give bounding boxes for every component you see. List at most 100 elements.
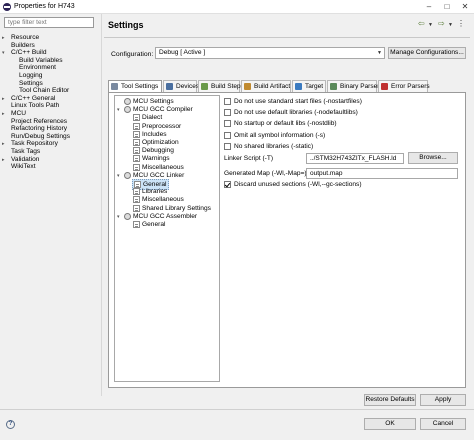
gear-icon — [124, 212, 131, 220]
option-label: Do not use standard start files (-nostar… — [234, 98, 362, 105]
chevron-down-icon: ▼ — [377, 50, 382, 56]
option-checkbox[interactable] — [224, 142, 231, 150]
cancel-button[interactable]: Cancel — [420, 418, 466, 430]
page-icon — [133, 130, 140, 138]
option-label: No startup or default libs (-nostdlib) — [234, 120, 337, 128]
option-checkbox[interactable] — [224, 109, 231, 117]
option-checkbox[interactable] — [224, 131, 231, 139]
option-checkbox[interactable] — [224, 98, 231, 105]
tab-icon — [330, 83, 337, 90]
tab-icon — [201, 83, 208, 90]
back-icon[interactable]: ⇦ — [418, 19, 425, 28]
ok-button[interactable]: OK — [364, 418, 416, 430]
tab-label: Error Parsers — [391, 83, 430, 90]
configuration-select[interactable]: Debug [ Active ] ▼ — [155, 47, 385, 59]
chevron-right-icon[interactable]: ▸ — [2, 111, 7, 117]
page-icon — [133, 155, 140, 163]
gear-icon — [124, 98, 131, 105]
chevron-down-icon[interactable]: ▾ — [2, 50, 7, 56]
tab-target[interactable]: Target — [292, 80, 326, 92]
page-icon — [133, 221, 140, 228]
tool-tree-label: Shared Library Settings — [142, 204, 211, 212]
view-menu-icon[interactable]: ⋮ — [457, 19, 465, 28]
window-title: Properties for H743 — [14, 3, 75, 10]
tool-tree-label: Optimization — [142, 139, 179, 146]
page-icon — [133, 139, 140, 146]
option-checkbox[interactable] — [224, 120, 231, 128]
tool-tree-label: MCU GCC Assembler — [133, 212, 198, 220]
tab-label: Build Artifact — [254, 83, 291, 90]
page-icon — [133, 188, 140, 196]
option-label: Omit all symbol information (-s) — [234, 131, 326, 139]
restore-defaults-button[interactable]: Restore Defaults — [364, 394, 416, 406]
tab-label: Tool Settings — [121, 83, 159, 90]
filter-input[interactable]: type filter text — [4, 17, 94, 28]
tool-tree-item[interactable]: General — [132, 220, 167, 229]
tab-label: Build Steps — [211, 83, 244, 90]
option-label: No shared libraries (-static) — [234, 142, 314, 150]
app-icon — [3, 3, 11, 11]
page-icon — [133, 114, 140, 122]
chevron-down-icon[interactable]: ▾ — [117, 107, 122, 113]
tab-label: Binary Parsers — [340, 83, 383, 90]
chevron-right-icon[interactable]: ▸ — [2, 35, 7, 41]
tool-tree-label: Miscellaneous — [142, 196, 184, 204]
chevron-down-icon[interactable]: ▾ — [117, 214, 122, 220]
tab-tool-settings[interactable]: Tool Settings — [108, 80, 162, 92]
tab-icon — [166, 83, 173, 90]
tab-build-steps[interactable]: Build Steps — [198, 80, 244, 92]
tab-build-artifact[interactable]: Build Artifact — [241, 80, 291, 92]
back-menu-icon[interactable]: ▼ — [428, 22, 433, 28]
tool-tree-label: Libraries — [142, 188, 168, 196]
page-title: Settings — [108, 20, 144, 30]
generated-map-label: Generated Map (-Wl,-Map=) — [224, 170, 307, 177]
tab-error-parsers[interactable]: Error Parsers — [378, 80, 430, 92]
tool-tree-label: Debugging — [142, 147, 174, 155]
title-separator — [104, 37, 470, 38]
sidebar-item[interactable]: WikiText — [11, 162, 36, 171]
manage-configurations-button[interactable]: Manage Configurations... — [388, 47, 466, 59]
generated-map-input[interactable]: output.map — [306, 168, 458, 179]
tab-icon — [244, 83, 251, 90]
tool-tree-label: Dialect — [142, 114, 163, 122]
chevron-down-icon[interactable]: ▾ — [117, 173, 122, 179]
tab-icon — [295, 83, 302, 90]
tool-tree-label: General — [142, 221, 166, 228]
tab-binary-parsers[interactable]: Binary Parsers — [327, 80, 383, 92]
gear-icon — [124, 171, 131, 179]
discard-unused-sections-checkbox[interactable] — [224, 181, 231, 188]
settings-tabbar: Tool Settings Devices Build Steps Build Art… — [108, 80, 466, 92]
gear-icon — [124, 106, 131, 114]
configuration-label: Configuration: — [111, 51, 154, 58]
page-icon — [133, 196, 140, 204]
page-icon — [133, 204, 140, 212]
browse-button[interactable]: Browse... — [408, 152, 458, 164]
forward-menu-icon[interactable]: ▼ — [448, 22, 453, 28]
chevron-right-icon[interactable]: ▸ — [2, 157, 7, 163]
tab-icon — [111, 83, 118, 90]
tab-label: Target — [305, 83, 324, 90]
page-icon — [133, 163, 140, 171]
tool-tree-label: MCU Settings — [133, 98, 174, 105]
maximize-icon[interactable]: □ — [438, 0, 456, 14]
page-icon — [133, 122, 140, 130]
tab-devices[interactable]: Devices — [163, 80, 200, 92]
tool-tree-label: MCU GCC Compiler — [133, 106, 193, 114]
tool-tree-label: MCU GCC Linker — [133, 171, 185, 179]
tab-label: Devices — [176, 83, 200, 90]
help-icon[interactable]: ? — [6, 420, 15, 429]
configuration-value: Debug [ Active ] — [159, 49, 206, 56]
tool-tree-label: Includes — [142, 130, 167, 138]
tool-tree-label: Warnings — [142, 155, 170, 163]
apply-button[interactable]: Apply — [420, 394, 466, 406]
discard-unused-sections-label: Discard unused sections (-Wl,--gc-sectio… — [234, 181, 362, 188]
tab-icon — [381, 83, 388, 90]
chevron-right-icon[interactable]: ▸ — [2, 96, 7, 102]
option-label: Do not use default libraries (-nodefault… — [234, 109, 358, 117]
chevron-right-icon[interactable]: ▸ — [2, 141, 7, 147]
linker-script-input[interactable]: ../STM32H743ZITx_FLASH.ld — [306, 153, 404, 164]
minimize-icon[interactable]: – — [420, 0, 438, 14]
close-icon[interactable]: ✕ — [456, 0, 474, 14]
forward-icon[interactable]: ⇨ — [438, 19, 445, 28]
page-icon — [133, 147, 140, 155]
